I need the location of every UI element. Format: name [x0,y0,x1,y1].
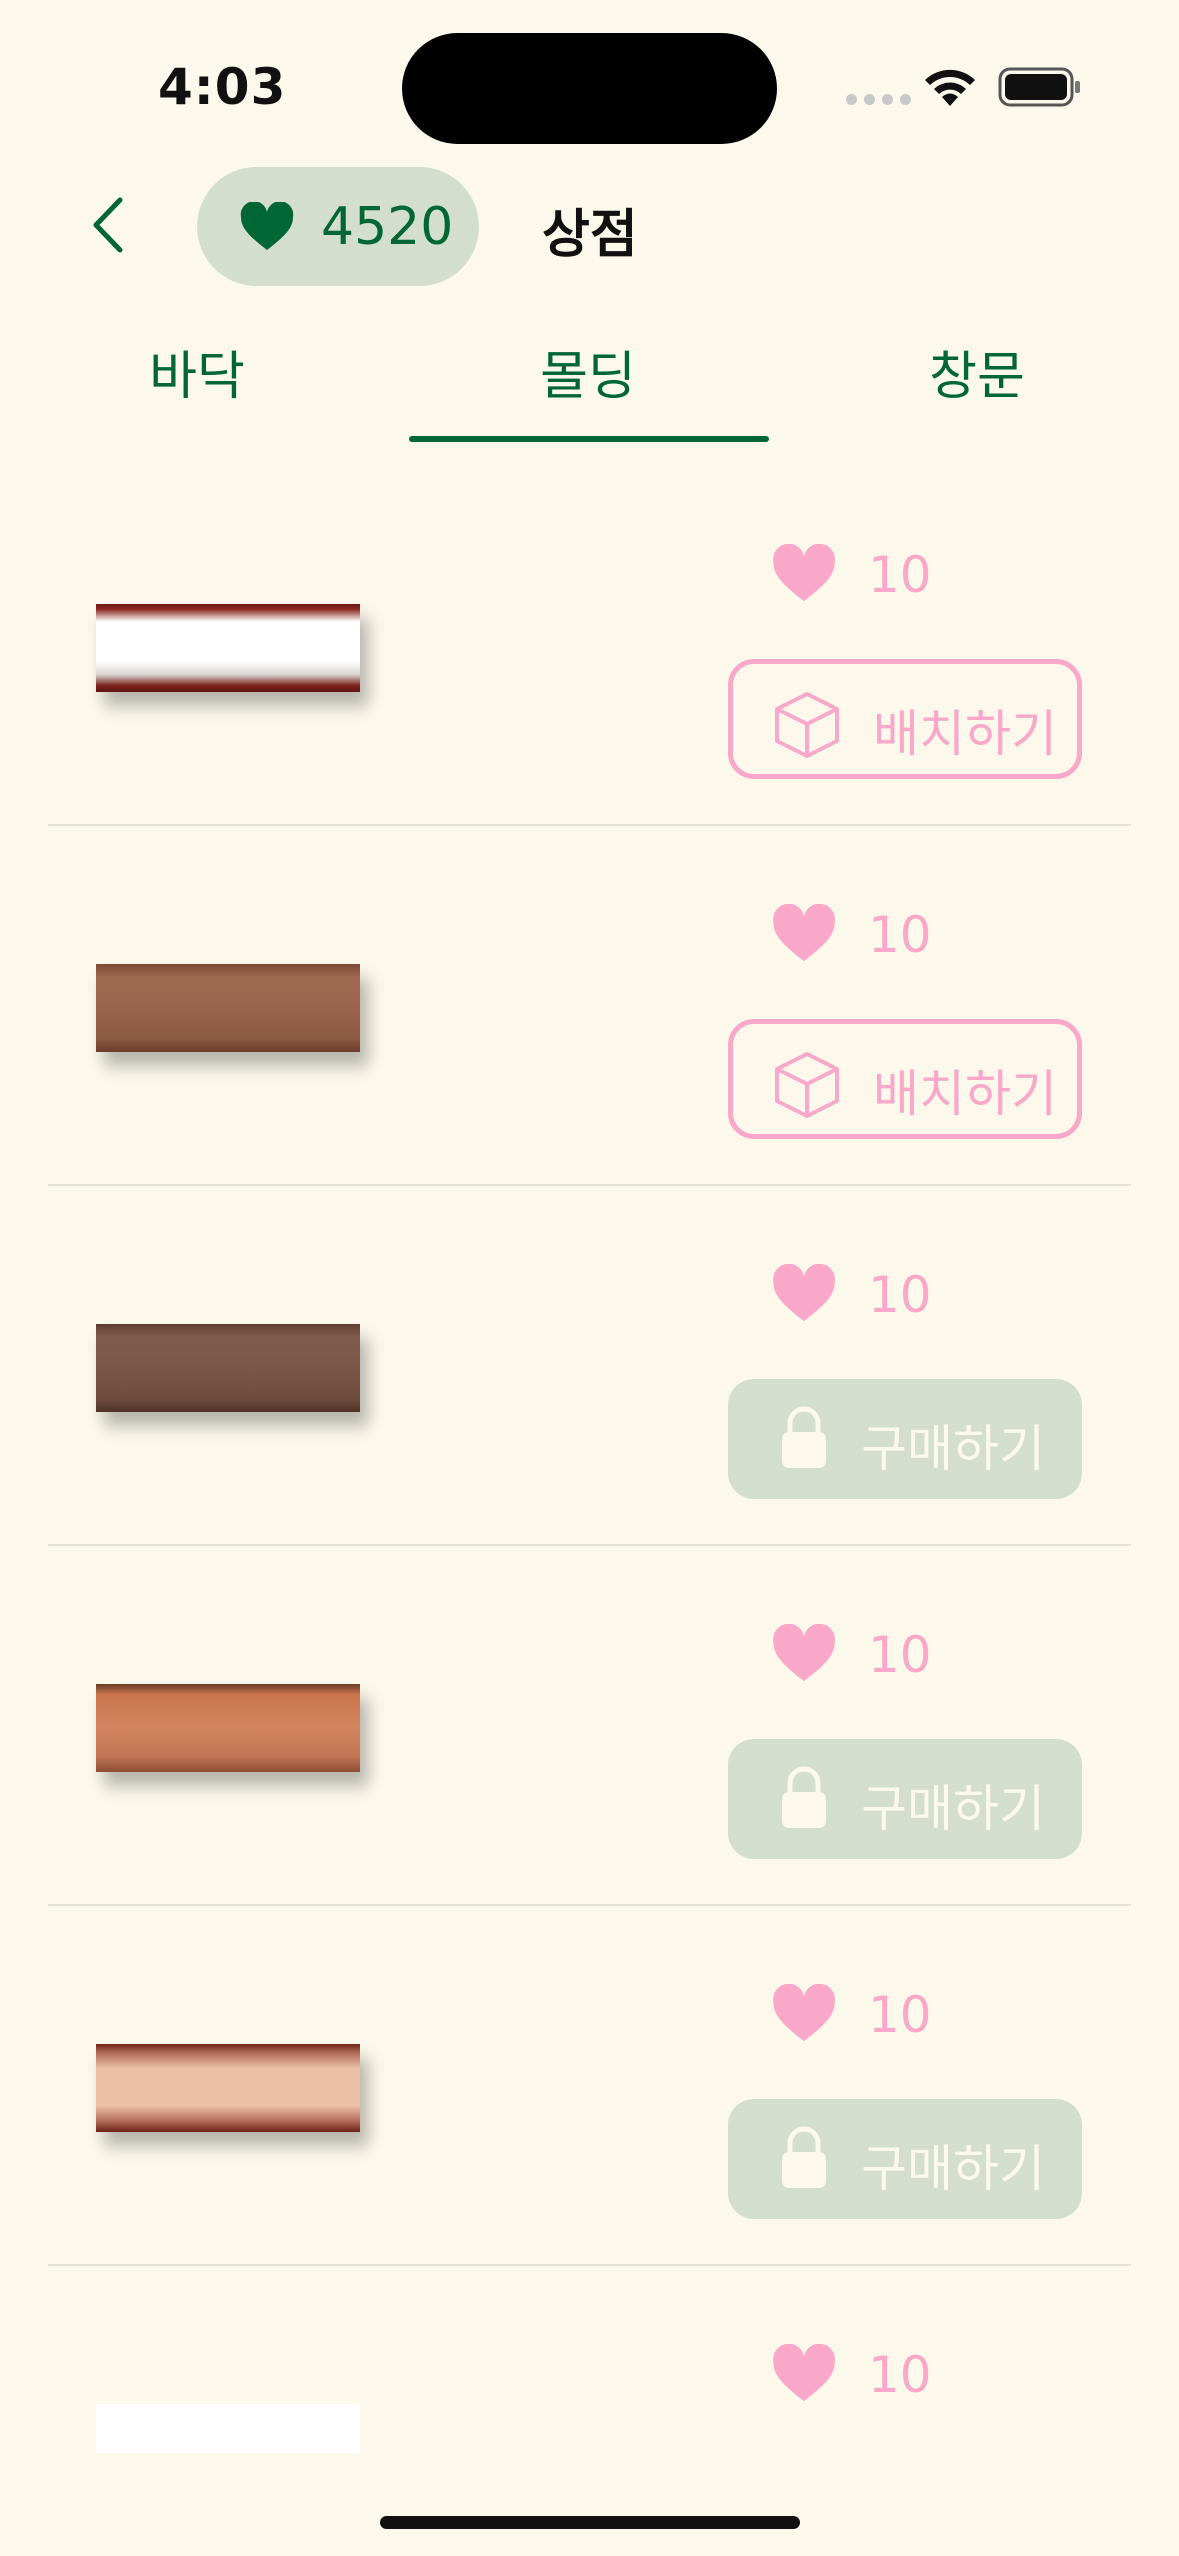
buy-button[interactable]: 구매하기 [728,1739,1082,1859]
back-chevron-icon[interactable] [78,190,148,260]
list-item: 10 구매하기 [0,1906,1179,2266]
wifi-icon [925,69,975,106]
molding-swatch [96,604,360,692]
heart-icon [773,904,835,962]
molding-swatch [96,1324,360,1412]
status-time: 4:03 [158,58,287,116]
tab-floor[interactable]: 바닥 [47,334,347,409]
list-item: 10 배치하기 [0,466,1179,826]
place-button-label: 배치하기 [873,705,1057,763]
dynamic-island [402,33,777,144]
place-button-label: 배치하기 [873,1065,1057,1123]
item-price: 10 [868,906,932,964]
cube-icon [775,1052,839,1118]
buy-button-label: 구매하기 [861,1780,1045,1838]
list-item: 10 배치하기 [0,826,1179,1186]
heart-icon [773,1264,835,1322]
tab-molding[interactable]: 몰딩 [438,334,738,409]
page-title: 상점 [542,205,638,265]
item-price: 10 [868,2346,932,2404]
molding-swatch [96,2404,360,2453]
likes-balance-pill: 4520 [197,167,479,286]
item-price: 10 [868,1266,932,1324]
list-item: 10 [0,2266,1179,2453]
cube-icon [775,692,839,758]
molding-swatch [96,964,360,1052]
place-button[interactable]: 배치하기 [728,659,1082,779]
heart-icon [240,202,294,250]
item-price: 10 [868,1986,932,2044]
item-price: 10 [868,1626,932,1684]
heart-icon [773,1624,835,1682]
battery-icon [998,67,1080,107]
place-button[interactable]: 배치하기 [728,1019,1082,1139]
lock-icon [782,1766,826,1828]
buy-button-label: 구매하기 [861,1420,1045,1478]
buy-button[interactable]: 구매하기 [728,1379,1082,1499]
tab-window[interactable]: 창문 [827,334,1127,409]
lock-icon [782,2126,826,2188]
home-indicator [380,2516,800,2529]
tab-selected-indicator [409,436,769,442]
lock-icon [782,1406,826,1468]
heart-icon [773,544,835,602]
list-item: 10 구매하기 [0,1546,1179,1906]
heart-icon [773,2344,835,2402]
cellular-signal-icon [846,94,911,105]
molding-swatch [96,1684,360,1772]
item-list[interactable]: 10 배치하기 10 배치하기 10 구매하기 10 구매하기 10 구매하기 … [0,466,1179,2453]
likes-count: 4520 [321,197,454,257]
item-price: 10 [868,546,932,604]
buy-button[interactable]: 구매하기 [728,2099,1082,2219]
molding-swatch [96,2044,360,2132]
list-item: 10 구매하기 [0,1186,1179,1546]
heart-icon [773,1984,835,2042]
buy-button-label: 구매하기 [861,2140,1045,2198]
